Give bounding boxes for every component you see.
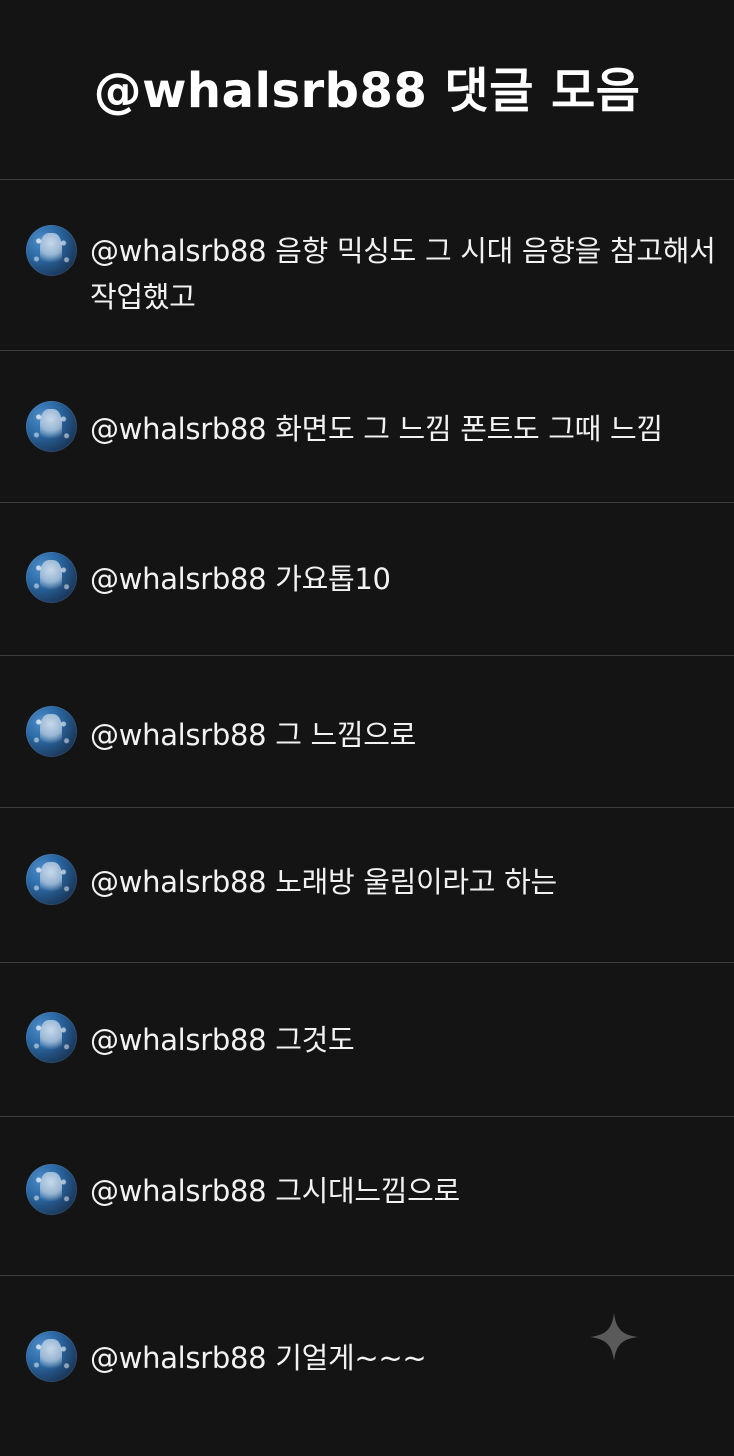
comment-username[interactable]: @whalsrb88: [90, 1341, 267, 1375]
comment-row[interactable]: @whalsrb88 그것도: [0, 963, 734, 1117]
comment-username[interactable]: @whalsrb88: [90, 865, 267, 899]
comment-content: @whalsrb88 노래방 울림이라고 하는: [90, 859, 728, 905]
comment-body: 기얼게~~~: [275, 1341, 427, 1375]
avatar[interactable]: [26, 552, 77, 603]
comment-body: 그 느낌으로: [275, 718, 417, 752]
comment-row[interactable]: @whalsrb88 기얼게~~~: [0, 1276, 734, 1456]
comment-body: 화면도 그 느낌 폰트도 그때 느낌: [275, 412, 663, 446]
comment-content: @whalsrb88 그시대느낌으로: [90, 1168, 728, 1214]
page-header: @whalsrb88 댓글 모음: [0, 0, 734, 180]
comment-username[interactable]: @whalsrb88: [90, 562, 267, 596]
comment-username[interactable]: @whalsrb88: [90, 412, 267, 446]
comment-content: @whalsrb88 그것도: [90, 1017, 728, 1063]
comment-username[interactable]: @whalsrb88: [90, 718, 267, 752]
comment-row[interactable]: @whalsrb88 음향 믹싱도 그 시대 음향을 참고해서 작업했고: [0, 180, 734, 351]
avatar[interactable]: [26, 401, 77, 452]
avatar[interactable]: [26, 1164, 77, 1215]
comment-row[interactable]: @whalsrb88 노래방 울림이라고 하는: [0, 808, 734, 963]
comment-body: 그시대느낌으로: [275, 1174, 460, 1208]
avatar[interactable]: [26, 1331, 77, 1382]
avatar[interactable]: [26, 854, 77, 905]
page-title: @whalsrb88 댓글 모음: [93, 62, 641, 119]
avatar[interactable]: [26, 706, 77, 757]
comment-username[interactable]: @whalsrb88: [90, 1023, 267, 1057]
comment-body: 가요톱10: [275, 562, 391, 596]
comment-content: @whalsrb88 화면도 그 느낌 폰트도 그때 느낌: [90, 406, 728, 452]
comment-row[interactable]: @whalsrb88 그 느낌으로: [0, 656, 734, 808]
comment-row[interactable]: @whalsrb88 화면도 그 느낌 폰트도 그때 느낌: [0, 351, 734, 503]
avatar[interactable]: [26, 225, 77, 276]
comment-row[interactable]: @whalsrb88 그시대느낌으로: [0, 1117, 734, 1276]
comment-body: 노래방 울림이라고 하는: [275, 865, 557, 899]
comment-row[interactable]: @whalsrb88 가요톱10: [0, 503, 734, 656]
comment-content: @whalsrb88 그 느낌으로: [90, 712, 728, 758]
comment-content: @whalsrb88 음향 믹싱도 그 시대 음향을 참고해서 작업했고: [90, 228, 728, 320]
comment-body: 그것도: [275, 1023, 355, 1057]
comment-username[interactable]: @whalsrb88: [90, 1174, 267, 1208]
sparkle-icon[interactable]: [588, 1311, 640, 1363]
comment-username[interactable]: @whalsrb88: [90, 234, 267, 268]
avatar[interactable]: [26, 1012, 77, 1063]
comment-content: @whalsrb88 가요톱10: [90, 556, 728, 602]
